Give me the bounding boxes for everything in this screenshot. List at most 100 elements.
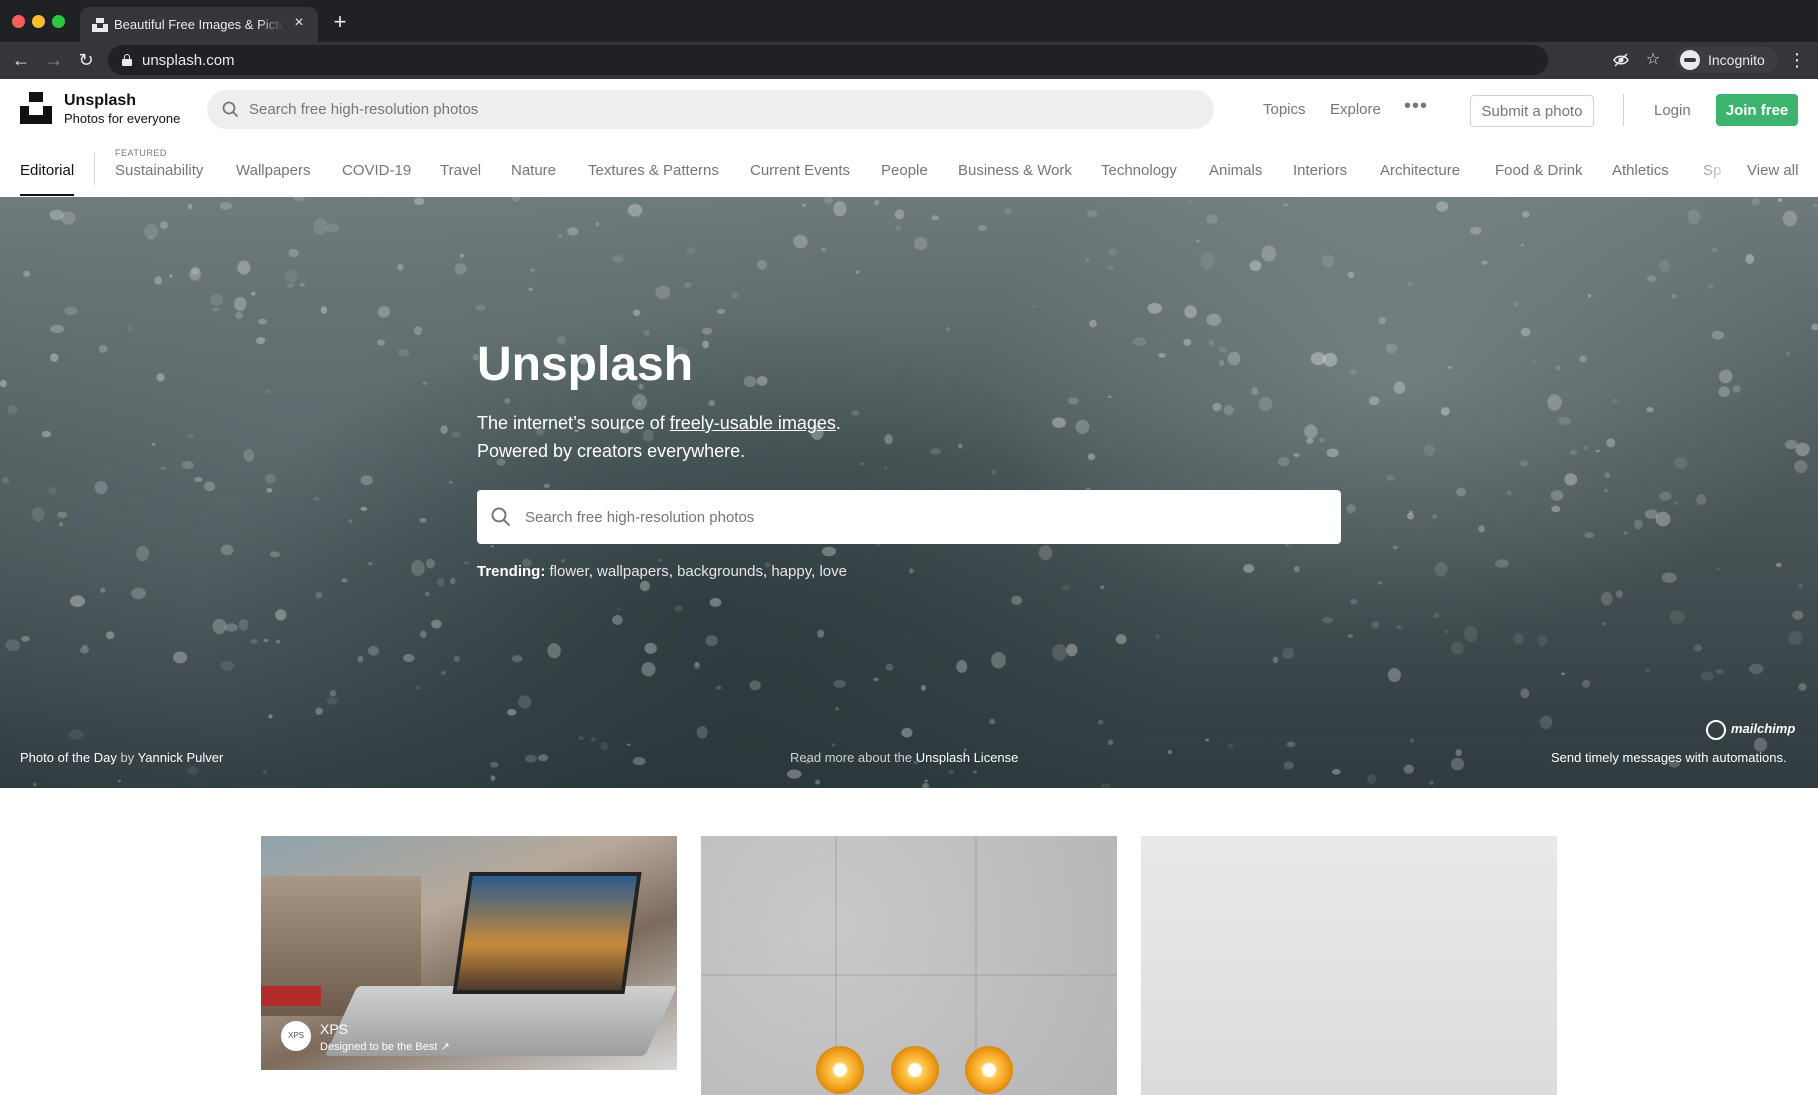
join-free-button[interactable]: Join free — [1716, 94, 1798, 126]
rain-drop — [612, 254, 624, 263]
trending-link[interactable]: backgrounds — [677, 563, 763, 580]
forward-button[interactable]: → — [43, 49, 65, 71]
nav-explore[interactable]: Explore — [1330, 101, 1381, 118]
rain-drop — [1601, 592, 1613, 606]
topic-travel[interactable]: Travel — [440, 162, 481, 179]
rain-drop — [315, 591, 323, 599]
trending-link[interactable]: flower — [550, 563, 589, 580]
rain-drop — [1602, 622, 1607, 626]
tab-close-icon[interactable]: × — [290, 14, 308, 32]
topic-animals[interactable]: Animals — [1209, 162, 1262, 179]
rain-drop — [1811, 323, 1818, 331]
topic-wallpapers[interactable]: Wallpapers — [236, 162, 310, 179]
rain-drop — [1347, 634, 1353, 638]
rain-drop — [425, 558, 436, 569]
rain-drop — [451, 431, 461, 439]
search-icon[interactable] — [222, 101, 239, 118]
topic-technology[interactable]: Technology — [1101, 162, 1177, 179]
photo-card[interactable] — [1141, 836, 1557, 1095]
red-awning — [261, 986, 321, 1006]
rain-drop — [1561, 672, 1565, 675]
header-search-input[interactable] — [249, 90, 1189, 129]
login-link[interactable]: Login — [1654, 102, 1691, 119]
mailchimp-logo-icon[interactable] — [1706, 720, 1726, 740]
rain-drop — [440, 425, 448, 434]
address-bar[interactable]: unsplash.com ☆ — [108, 45, 1660, 75]
rain-drop — [1087, 453, 1096, 461]
rain-drop — [860, 462, 864, 465]
rain-drop — [696, 726, 708, 739]
photographer-link[interactable]: Yannick Pulver — [138, 750, 224, 765]
rain-drop — [1206, 313, 1222, 326]
topic-interiors[interactable]: Interiors — [1293, 162, 1347, 179]
rain-drop — [136, 545, 150, 562]
rain-drop — [538, 754, 549, 762]
license-link[interactable]: Unsplash License — [916, 750, 1019, 765]
sponsor-name[interactable]: mailchimp — [1731, 721, 1795, 736]
brand-name[interactable]: Unsplash — [64, 92, 136, 110]
rain-drop — [313, 218, 328, 235]
rain-drop — [1223, 404, 1234, 416]
rain-drop — [1200, 253, 1215, 270]
browser-menu-icon[interactable]: ⋮ — [1788, 49, 1806, 71]
incognito-profile-button[interactable]: Incognito — [1676, 47, 1778, 73]
topic-nature[interactable]: Nature — [511, 162, 556, 179]
more-options-icon[interactable]: ••• — [1404, 95, 1428, 118]
xps-logo-icon[interactable]: XPS — [281, 1021, 311, 1051]
rain-drop — [1051, 417, 1066, 428]
nav-topics[interactable]: Topics — [1263, 101, 1306, 118]
rain-drop — [1205, 738, 1210, 742]
header-search-bar[interactable] — [207, 90, 1214, 129]
topic-people[interactable]: People — [881, 162, 928, 179]
reload-button[interactable]: ↻ — [75, 49, 97, 71]
rain-drop — [1004, 208, 1012, 214]
topic-sustainability[interactable]: Sustainability — [115, 162, 203, 179]
rain-drop — [490, 775, 496, 781]
back-button[interactable]: ← — [10, 49, 32, 71]
rain-drop — [787, 769, 802, 779]
topic-editorial[interactable]: Editorial — [20, 162, 74, 179]
rain-drop — [1798, 584, 1804, 589]
license-link-inline[interactable]: freely-usable images — [670, 413, 836, 433]
rain-drop — [1277, 457, 1290, 467]
topic-athletics[interactable]: Athletics — [1612, 162, 1669, 179]
rain-drop — [224, 623, 238, 632]
sponsor-brand[interactable]: XPS — [320, 1021, 348, 1037]
browser-tab[interactable]: Beautiful Free Images & Pictures × — [80, 7, 318, 42]
topic-food-drink[interactable]: Food & Drink — [1495, 162, 1583, 179]
sponsor-text[interactable]: Send timely messages with automations. — [1551, 750, 1787, 765]
topic-textures-patterns[interactable]: Textures & Patterns — [588, 162, 719, 179]
hero-search-bar[interactable] — [477, 490, 1341, 544]
sponsored-photo-card[interactable]: XPS XPS Designed to be the Best ↗ — [261, 836, 677, 1070]
new-tab-button[interactable]: + — [330, 11, 350, 33]
rain-drop — [1367, 774, 1377, 784]
maximize-window-button[interactable] — [52, 15, 65, 28]
topic-covid-19[interactable]: COVID-19 — [342, 162, 411, 179]
hero-search-input[interactable] — [525, 490, 1325, 544]
topic-architecture[interactable]: Architecture — [1380, 162, 1460, 179]
sponsor-tagline[interactable]: Designed to be the Best ↗ — [320, 1040, 450, 1053]
submit-photo-button[interactable]: Submit a photo — [1470, 95, 1594, 127]
candle-image — [965, 1046, 1013, 1094]
rain-drop — [1, 476, 10, 484]
url-text[interactable]: unsplash.com — [142, 52, 235, 69]
trending-link[interactable]: love — [819, 563, 847, 580]
rain-drop — [1584, 446, 1588, 450]
minimize-window-button[interactable] — [32, 15, 45, 28]
unsplash-logo-icon[interactable] — [20, 92, 52, 124]
topic-business-work[interactable]: Business & Work — [958, 162, 1072, 179]
rain-drop — [1147, 302, 1163, 314]
rain-drop — [1429, 780, 1434, 785]
topic-current-events[interactable]: Current Events — [750, 162, 850, 179]
trending-link[interactable]: wallpapers — [597, 563, 669, 580]
rain-drop — [1407, 281, 1413, 288]
search-icon[interactable] — [491, 507, 511, 527]
trending-link[interactable]: happy — [771, 563, 811, 580]
star-icon[interactable]: ☆ — [1644, 51, 1662, 69]
rain-drop — [1251, 387, 1259, 396]
close-window-button[interactable] — [12, 15, 25, 28]
photo-card[interactable] — [701, 836, 1117, 1095]
topic-view-all[interactable]: View all — [1747, 162, 1798, 179]
eye-off-icon[interactable] — [1612, 51, 1630, 69]
photo-of-day-link[interactable]: Photo of the Day — [20, 750, 117, 765]
